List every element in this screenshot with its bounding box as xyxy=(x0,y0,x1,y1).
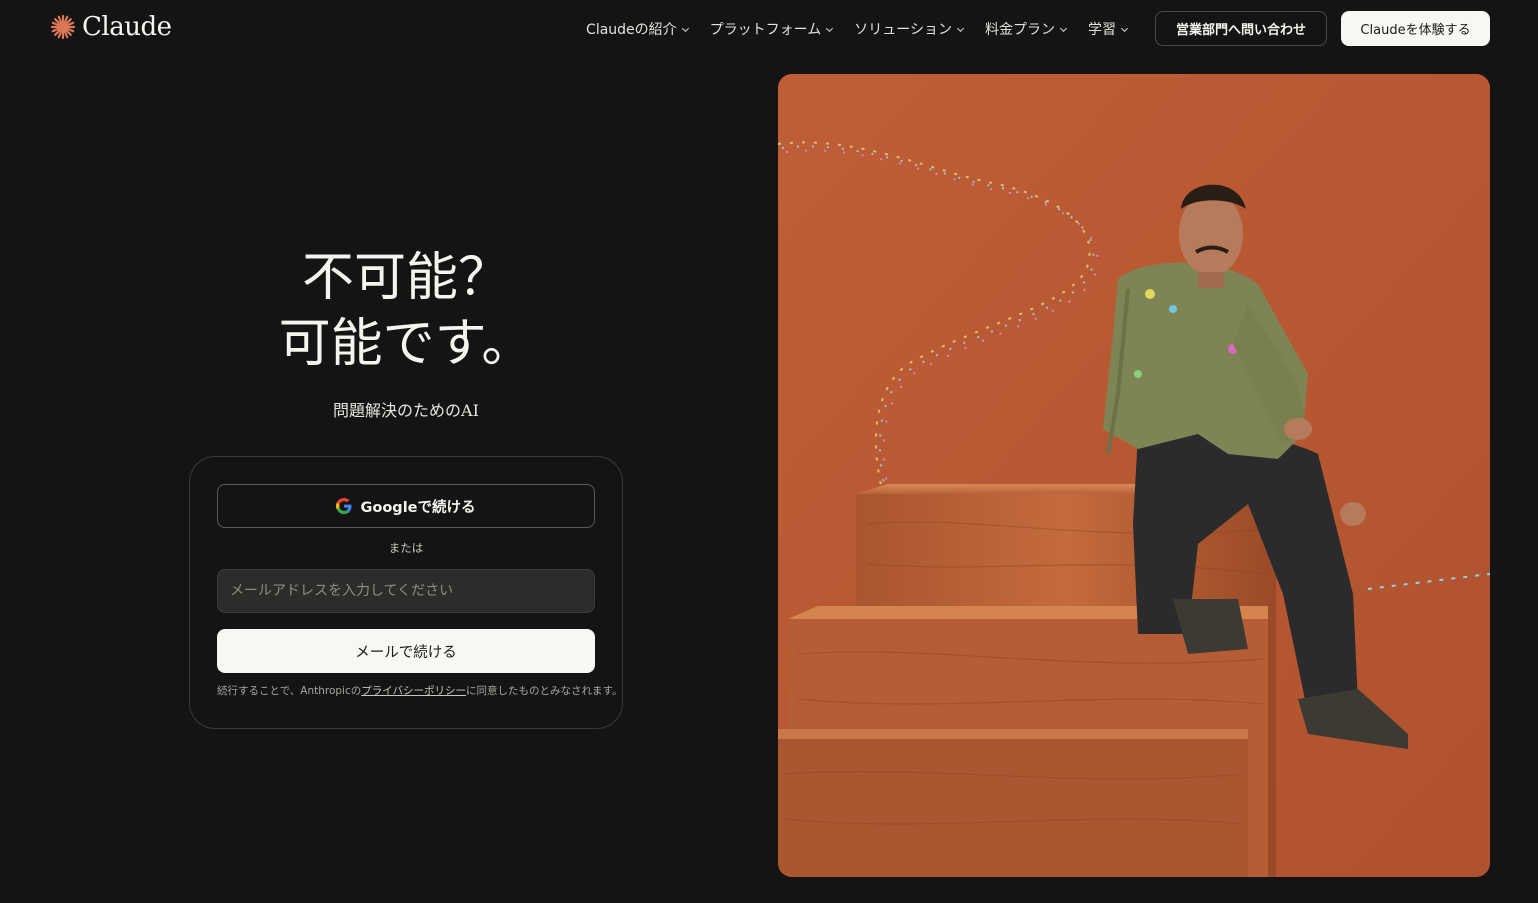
hero-headline: 不可能？ 可能です。 xyxy=(190,245,622,377)
email-input[interactable] xyxy=(217,569,595,613)
chevron-down-icon xyxy=(681,27,689,32)
brand-name: Claude xyxy=(82,12,172,42)
nav-item-platform[interactable]: プラットフォーム xyxy=(710,17,835,41)
nav-item-pricing[interactable]: 料金プラン xyxy=(985,17,1068,41)
legal-suffix: に同意したものとみなされます。 xyxy=(466,685,623,697)
nav-item-about[interactable]: Claudeの紹介 xyxy=(586,17,690,41)
nav-item-label: プラットフォーム xyxy=(709,22,822,38)
nav-item-label: 料金プラン xyxy=(985,22,1055,38)
legal-notice: 続行することで、Anthropicのプライバシーポリシーに同意したものとみなされ… xyxy=(217,683,623,698)
or-divider: または xyxy=(388,541,424,555)
headline-line-2: 可能です。 xyxy=(278,314,534,374)
chevron-down-icon xyxy=(826,27,834,32)
claude-starburst-icon xyxy=(50,14,76,40)
try-claude-button[interactable]: Claudeを体験する xyxy=(1341,11,1490,46)
hero-photo xyxy=(778,74,1490,877)
google-signin-button[interactable]: Googleで続ける xyxy=(217,484,595,528)
email-continue-button[interactable]: メールで続ける xyxy=(217,629,595,673)
hero-subheadline: 問題解決のためのAI xyxy=(333,401,479,420)
google-g-icon xyxy=(336,498,352,514)
contact-sales-button[interactable]: 営業部門へ問い合わせ xyxy=(1155,11,1327,46)
main-nav: Claudeの紹介 プラットフォーム ソリューション 料金プラン 学習 xyxy=(586,17,1129,41)
privacy-policy-link[interactable]: プライバシーポリシー xyxy=(361,685,466,697)
chevron-down-icon xyxy=(1059,27,1068,32)
headline-line-1: 不可能？ xyxy=(301,248,510,308)
nav-item-label: 学習 xyxy=(1088,22,1116,38)
nav-item-label: ソリューション xyxy=(854,22,952,38)
legal-prefix: 続行することで、Anthropicの xyxy=(217,685,362,697)
nav-item-solutions[interactable]: ソリューション xyxy=(854,17,965,41)
hero-photo-illustration xyxy=(778,74,1490,877)
nav-item-learn[interactable]: 学習 xyxy=(1088,17,1129,41)
nav-item-label: Claudeの紹介 xyxy=(586,22,677,38)
claude-logo[interactable]: Claude xyxy=(50,12,172,42)
chevron-down-icon xyxy=(1120,27,1129,32)
google-button-label: Googleで続ける xyxy=(360,499,476,516)
chevron-down-icon xyxy=(956,27,965,32)
